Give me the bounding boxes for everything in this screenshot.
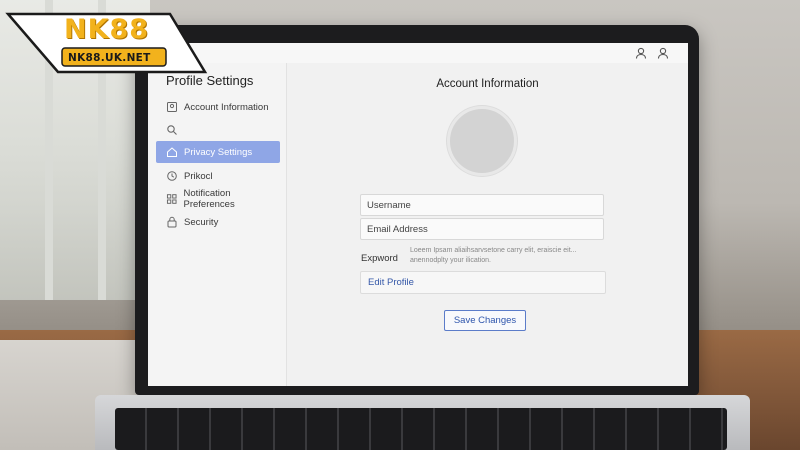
sidebar-item-label: Security — [184, 216, 219, 228]
sidebar-item-privacy-settings[interactable]: Privacy Settings — [156, 141, 280, 163]
keyboard — [115, 408, 727, 450]
user-icon[interactable] — [634, 46, 648, 60]
sidebar-item-security[interactable]: Security — [156, 211, 280, 233]
lock-icon — [167, 216, 177, 228]
sidebar-item-label: Prikocl — [184, 170, 213, 182]
sidebar-item-prikocl[interactable]: Prikocl — [156, 165, 280, 187]
avatar[interactable] — [447, 106, 517, 176]
username-placeholder: Username — [367, 199, 411, 211]
email-placeholder: Email Address — [367, 223, 428, 235]
search-icon — [167, 125, 177, 135]
sidebar-item-label: Account Information — [184, 101, 269, 113]
password-description: Loeem Ipsam aliaihsarvsetone carry elit,… — [410, 247, 577, 264]
home-icon — [167, 147, 177, 157]
save-changes-button[interactable]: Save Changes — [444, 310, 526, 331]
sidebar-item-label: Privacy Settings — [184, 146, 253, 158]
username-field[interactable]: Username — [360, 194, 604, 216]
email-field[interactable]: Email Address — [360, 218, 604, 240]
sidebar-item-account-information[interactable]: Account Information — [156, 96, 280, 118]
laptop-screen: Profile Settings Account Information Pri… — [148, 43, 688, 386]
logo-brand: NK88 — [64, 14, 150, 45]
brand-logo: NK88 NK88.UK.NET — [0, 0, 215, 90]
page-title: Account Information — [436, 78, 539, 90]
sidebar: Profile Settings Account Information Pri… — [148, 63, 287, 386]
sidebar-item-search[interactable] — [156, 119, 280, 141]
logo-domain: NK88.UK.NET — [68, 52, 151, 64]
main-panel: Account Information Username Email Addre… — [287, 63, 688, 386]
sidebar-item-label: Notification Preferences — [183, 188, 235, 210]
edit-profile-button[interactable]: Edit Profile — [360, 271, 606, 294]
edit-profile-label: Edit Profile — [368, 277, 414, 288]
sidebar-item-notification-preferences[interactable]: Notification Preferences — [156, 188, 280, 210]
clock-icon — [167, 171, 177, 181]
password-label: Expword — [361, 253, 398, 264]
grid-icon — [166, 194, 177, 204]
window-topbar — [148, 43, 688, 64]
account-icon — [167, 102, 177, 112]
save-changes-label: Save Changes — [453, 315, 517, 326]
account-icon[interactable] — [656, 46, 670, 60]
